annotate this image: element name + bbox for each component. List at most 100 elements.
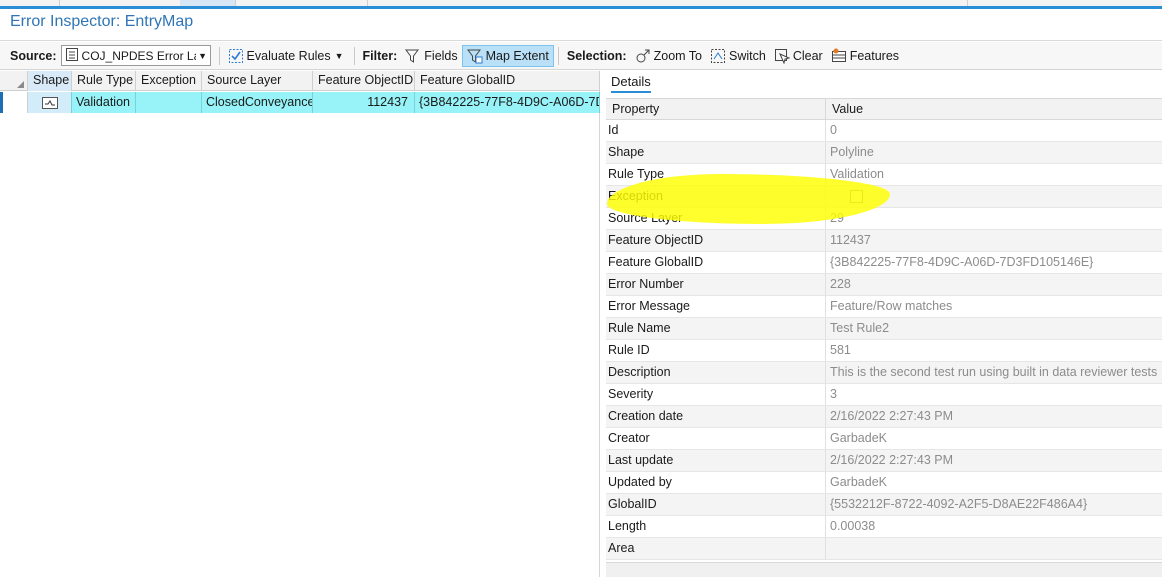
property-key: Area [606,538,826,559]
property-key: GlobalID [606,494,826,515]
property-value [826,538,1162,559]
map-extent-filter-button[interactable]: Map Extent [461,44,554,67]
property-key: Source Layer [606,208,826,229]
title-bar: Error Inspector: EntryMap [0,9,1162,41]
property-key: Creation date [606,406,826,427]
cell-source-layer[interactable]: ClosedConveyances [202,92,313,113]
switch-selection-button[interactable]: Switch [706,45,770,67]
features-selection-button[interactable]: Features [827,45,903,67]
property-row[interactable]: Area [606,538,1162,560]
cell-shape[interactable] [28,92,72,113]
filter-label: Filter: [362,48,398,63]
property-value: 2/16/2022 2:27:43 PM [830,409,954,423]
property-key: Shape [606,142,826,163]
source-dropdown-value: COJ_NPDES Error Lay [81,48,196,63]
column-header-feature-globalid[interactable]: Feature GlobalID [415,71,600,91]
property-row[interactable]: Source Layer 29 [606,208,1162,230]
clear-selection-button[interactable]: Clear [770,45,827,67]
source-dropdown[interactable]: COJ_NPDES Error Lay ▼ [60,45,211,66]
property-row[interactable]: Updated by GarbadeK [606,472,1162,494]
property-value: GarbadeK [830,475,887,489]
property-row[interactable]: Exception [606,186,1162,208]
property-row[interactable]: Rule Name Test Rule2 [606,318,1162,340]
property-value: {5532212F-8722-4092-A2F5-D8AE22F486A4} [830,497,1088,511]
property-value: GarbadeK [830,431,887,445]
cell-rule-type[interactable]: Validation [72,92,136,113]
property-row[interactable]: Rule Type Validation [606,164,1162,186]
tab-details[interactable]: Details [611,74,651,93]
window-title: Error Inspector: EntryMap [10,13,194,30]
property-value: {3B842225-77F8-4D9C-A06D-7D3FD105146E} [830,255,1094,269]
property-row[interactable]: Rule ID 581 [606,340,1162,362]
zoom-to-icon [635,48,651,64]
column-header-shape[interactable]: Shape [28,71,72,91]
property-value [826,186,1162,207]
features-selection-label: Features [849,48,900,63]
zoom-to-button[interactable]: Zoom To [631,45,706,67]
property-grid-header: Property Value [606,98,1162,120]
switch-selection-label: Switch [729,48,766,63]
evaluate-rules-label: Evaluate Rules [246,48,331,63]
clear-selection-label: Clear [792,48,823,63]
funnel-icon [405,48,421,64]
map-extent-funnel-icon [466,48,483,64]
property-row[interactable]: Feature GlobalID {3B842225-77F8-4D9C-A06D… [606,252,1162,274]
selection-label: Selection: [566,48,627,63]
property-value: 581 [830,343,851,357]
property-value: 29 [830,211,844,225]
property-row[interactable]: Severity 3 [606,384,1162,406]
property-key: Creator [606,428,826,449]
property-value: 228 [830,277,851,291]
cell-feature-objectid[interactable]: 112437 [313,92,415,113]
property-row[interactable]: Creation date 2/16/2022 2:27:43 PM [606,406,1162,428]
property-value: Test Rule2 [830,321,890,335]
property-row[interactable]: GlobalID {5532212F-8722-4092-A2F5-D8AE22F… [606,494,1162,516]
row-header[interactable] [0,92,28,113]
property-row[interactable]: Creator GarbadeK [606,428,1162,450]
property-row[interactable]: Shape Polyline [606,142,1162,164]
property-key: Feature GlobalID [606,252,826,273]
map-extent-filter-label: Map Extent [485,48,549,63]
property-row[interactable]: Last update 2/16/2022 2:27:43 PM [606,450,1162,472]
property-row[interactable]: Error Message Feature/Row matches [606,296,1162,318]
cell-feature-globalid[interactable]: {3B842225-77F8-4D9C-A06D-7D3FD [415,92,600,113]
property-row[interactable]: Feature ObjectID 112437 [606,230,1162,252]
clear-selection-icon [774,48,791,65]
property-key: Rule ID [606,340,826,361]
details-pane: Details Property Value Id 0 Shape Polyline R… [601,71,1162,577]
select-all-corner[interactable] [0,71,28,91]
property-value: 0 [830,123,837,137]
property-value: Polyline [830,145,874,159]
toolbar: Source: COJ_NPDES Error Lay ▼ Evaluate R… [0,42,1162,70]
column-header-feature-objectid[interactable]: Feature ObjectID [313,71,415,91]
property-row[interactable]: Description This is the second test run u… [606,362,1162,384]
property-value: Validation [830,167,884,181]
property-value: 0.00038 [830,519,876,533]
column-header-source-layer[interactable]: Source Layer [202,71,313,91]
property-value: 3 [830,387,837,401]
cell-exception[interactable] [136,92,202,113]
column-header-exception[interactable]: Exception [136,71,202,91]
property-grid: Property Value Id 0 Shape Polyline Rule Type… [606,98,1162,560]
property-value: 2/16/2022 2:27:43 PM [830,453,954,467]
property-row[interactable]: Length 0.00038 [606,516,1162,538]
table-row[interactable]: Validation ClosedConveyances 112437 {3B8… [0,92,600,113]
chevron-down-icon: ▼ [198,50,207,61]
evaluate-rules-icon [228,48,244,64]
exception-checkbox[interactable] [850,190,863,203]
source-label: Source: [10,48,57,63]
switch-icon [710,48,726,64]
table-icon [65,47,78,64]
column-header-rule-type[interactable]: Rule Type [72,71,136,91]
horizontal-scrollbar[interactable] [606,562,1162,577]
grid-header: Shape Rule Type Exception Source Layer F… [0,71,600,91]
host-tab-strip [0,0,1162,9]
toolbar-separator [353,46,355,65]
chevron-down-icon[interactable]: ▼ [335,51,344,61]
property-row[interactable]: Id 0 [606,120,1162,142]
property-key: Rule Name [606,318,826,339]
evaluate-rules-button[interactable]: Evaluate Rules ▼ [224,45,350,67]
property-row[interactable]: Error Number 228 [606,274,1162,296]
fields-filter-button[interactable]: Fields [401,45,461,67]
property-key: Id [606,120,826,141]
